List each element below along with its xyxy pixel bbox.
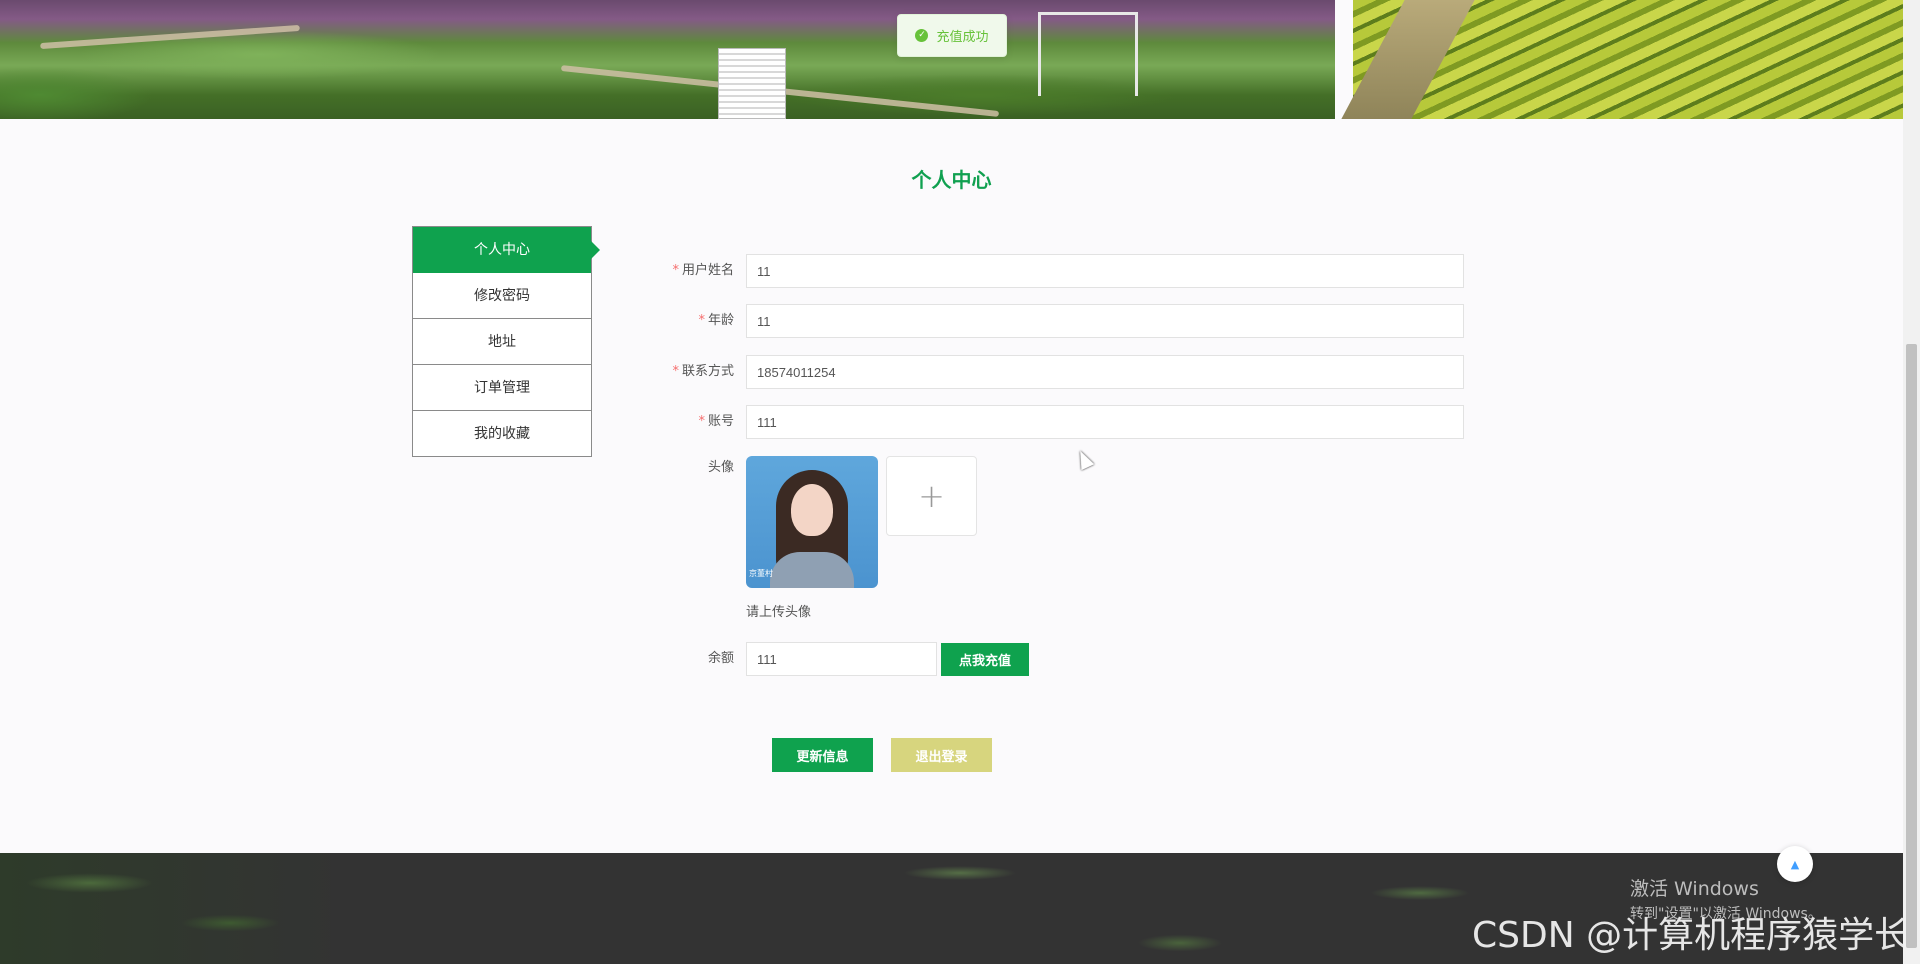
username-input[interactable]: [746, 254, 1464, 288]
farm-banner-image: [0, 0, 1335, 119]
arrow-up-icon: ▲: [1790, 857, 1800, 871]
phone-label: * 联系方式: [672, 364, 734, 379]
form-row-phone: * 联系方式: [650, 355, 1465, 389]
success-toast: ✓ 充值成功: [897, 14, 1007, 57]
side-menu: 个人中心 修改密码 地址 订单管理 我的收藏: [412, 226, 600, 457]
account-label: * 账号: [698, 414, 734, 429]
menu-item-change-password[interactable]: 修改密码: [413, 273, 591, 319]
menu-item-favorites[interactable]: 我的收藏: [413, 411, 591, 457]
check-circle-icon: ✓: [915, 29, 929, 42]
toast-message: 充值成功: [936, 30, 989, 45]
balance-label: 余额: [707, 651, 734, 666]
avatar-upload-button[interactable]: +: [886, 456, 977, 536]
age-input[interactable]: [746, 304, 1464, 338]
mouse-cursor-icon: [1073, 447, 1095, 471]
menu-item-orders[interactable]: 订单管理: [413, 365, 591, 411]
balance-input[interactable]: [746, 642, 937, 676]
page-title: 个人中心: [911, 168, 992, 192]
phone-input[interactable]: [746, 355, 1464, 389]
update-info-button[interactable]: 更新信息: [772, 738, 873, 772]
form-row-username: * 用户姓名: [650, 254, 1465, 288]
avatar-hint: 请上传头像: [746, 605, 812, 620]
activation-title: 激活 Windows: [1630, 878, 1759, 900]
menu-item-address[interactable]: 地址: [413, 319, 591, 365]
recharge-button[interactable]: 点我充值: [941, 643, 1029, 676]
avatar-image[interactable]: 京董村: [746, 456, 878, 588]
avatar-label: 头像: [707, 460, 734, 475]
field-banner-image: [1341, 0, 1903, 119]
csdn-watermark: CSDN @计算机程序猿学长: [1472, 915, 1911, 956]
logout-button[interactable]: 退出登录: [891, 738, 992, 772]
scrollbar-thumb[interactable]: [1906, 344, 1917, 948]
avatar-image-caption: 京董村: [749, 569, 773, 578]
form-row-account: * 账号: [650, 405, 1465, 439]
age-label: * 年龄: [698, 313, 734, 328]
sensor-tower-icon: [1038, 12, 1138, 96]
weather-station-icon: [718, 48, 786, 119]
username-label: * 用户姓名: [672, 263, 734, 278]
account-input[interactable]: [746, 405, 1464, 439]
menu-item-profile[interactable]: 个人中心: [413, 227, 600, 273]
plus-icon: +: [918, 477, 945, 515]
form-row-age: * 年龄: [650, 304, 1465, 338]
